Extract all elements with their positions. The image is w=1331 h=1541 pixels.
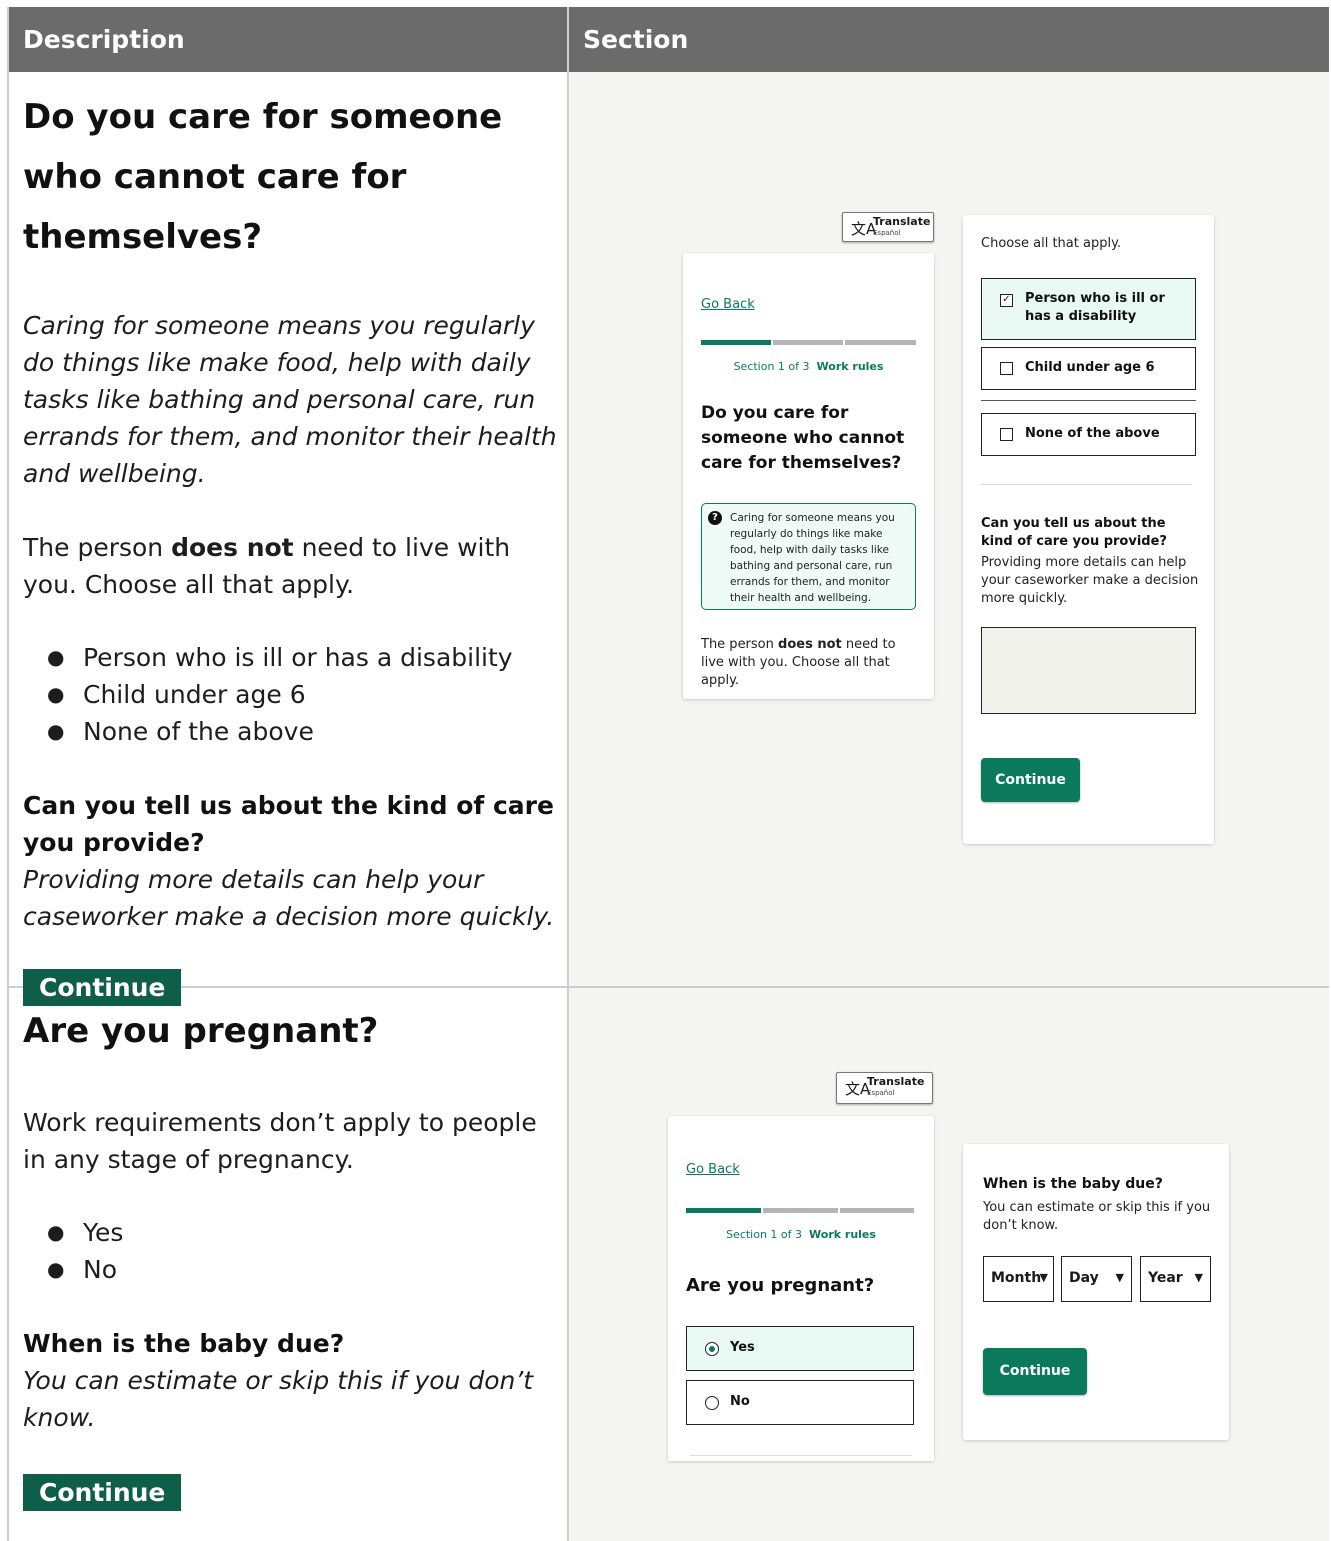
radio-selected-icon: [705, 1342, 719, 1356]
radio-option-yes[interactable]: Yes: [686, 1326, 914, 1371]
hint-box: ? Caring for someone means you regularly…: [701, 503, 916, 610]
dropdown-arrow-icon: ▼: [1194, 1271, 1203, 1284]
care-question-label: Can you tell us about the kind of care y…: [981, 516, 1167, 549]
checkbox-option-ill[interactable]: ✓ Person who is ill or has a disability: [981, 278, 1196, 340]
translate-sublabel: Español: [873, 229, 901, 237]
translate-button[interactable]: 文A Translate Español: [836, 1072, 933, 1104]
mock-screen-care-right: Choose all that apply. ✓ Person who is i…: [963, 215, 1214, 844]
section-indicator: Section 1 of 3 Work rules: [733, 360, 884, 373]
mock-screen-care-left: Go Back Section 1 of 3 Work rules Do you…: [683, 253, 934, 699]
question-circle-icon: ?: [708, 511, 722, 525]
checkbox-checked-icon: ✓: [1000, 294, 1013, 307]
option-label: Yes: [730, 1340, 755, 1355]
description-cell-2: Are you pregnant? Work requirements don’…: [23, 1001, 563, 1511]
mock-question-title: Do you care for someone who cannot care …: [701, 403, 905, 473]
radio-option-no[interactable]: No: [686, 1380, 914, 1425]
choose-all-text: Choose all that apply.: [981, 236, 1122, 251]
mock-question-title: Are you pregnant?: [686, 1275, 875, 1296]
row2-option-list: Yes No: [47, 1214, 563, 1288]
row1-instruction: The person does not need to live with yo…: [23, 533, 511, 599]
radio-icon: [705, 1396, 719, 1410]
mock-screen-pregnant-right: When is the baby due? You can estimate o…: [963, 1144, 1229, 1440]
section-indicator: Section 1 of 3 Work rules: [726, 1228, 876, 1241]
option-label: None of the above: [1025, 426, 1160, 441]
care-details-textarea[interactable]: [981, 627, 1196, 714]
translate-button[interactable]: 文A Translate Español: [842, 212, 934, 242]
row2-title: Are you pregnant?: [23, 1011, 379, 1051]
list-item: None of the above: [47, 713, 563, 750]
row2-continue-label: Continue: [23, 1474, 182, 1511]
due-date-label: When is the baby due?: [983, 1176, 1163, 1192]
go-back-link[interactable]: Go Back: [701, 297, 755, 312]
day-value: Day: [1069, 1270, 1099, 1286]
translate-label: Translate: [867, 1075, 925, 1088]
dropdown-arrow-icon: ▼: [1115, 1271, 1124, 1284]
care-question-hint: Providing more details can help your cas…: [981, 555, 1199, 606]
column-header-section: Section: [569, 7, 1329, 72]
row1-intro: Caring for someone means you regularly d…: [23, 311, 557, 488]
column-header-description: Description: [9, 7, 567, 72]
description-cell-1: Do you care for someone who cannot care …: [23, 87, 563, 1006]
divider: [690, 1455, 912, 1456]
divider: [981, 400, 1196, 401]
translate-sublabel: Español: [867, 1089, 895, 1097]
list-item: Child under age 6: [47, 676, 563, 713]
progress-bar: [701, 340, 916, 345]
progress-bar: [686, 1208, 914, 1213]
checkbox-icon: [1000, 362, 1013, 375]
row1-title: Do you care for someone who cannot care …: [23, 97, 503, 257]
row2-followup-hint: You can estimate or skip this if you don…: [23, 1366, 534, 1432]
row1-option-list: Person who is ill or has a disability Ch…: [47, 639, 563, 750]
option-label: Person who is ill or has a disability: [1025, 291, 1165, 324]
column-divider: [567, 7, 569, 1541]
dropdown-arrow-icon: ▼: [1039, 1271, 1048, 1284]
continue-button[interactable]: Continue: [981, 758, 1080, 802]
translate-label: Translate: [873, 215, 931, 228]
row2-followup-title: When is the baby due?: [23, 1329, 345, 1358]
option-label: No: [730, 1394, 750, 1409]
hint-text: Caring for someone means you regularly d…: [730, 512, 895, 604]
option-label: Child under age 6: [1025, 360, 1155, 375]
row1-followup-title: Can you tell us about the kind of care y…: [23, 791, 554, 857]
year-value: Year: [1148, 1270, 1183, 1286]
row2-intro: Work requirements don’t apply to people …: [23, 1108, 537, 1174]
continue-button[interactable]: Continue: [983, 1348, 1087, 1395]
list-item: Person who is ill or has a disability: [47, 639, 563, 676]
go-back-link[interactable]: Go Back: [686, 1162, 740, 1177]
mock-instruction: The person does not need to live with yo…: [701, 637, 896, 688]
checkbox-option-none[interactable]: None of the above: [981, 413, 1196, 456]
row1-followup-hint: Providing more details can help your cas…: [23, 865, 555, 931]
day-select[interactable]: Day ▼: [1061, 1256, 1132, 1302]
divider: [981, 484, 1192, 485]
checkbox-icon: [1000, 428, 1013, 441]
checkbox-option-child[interactable]: Child under age 6: [981, 347, 1196, 390]
mock-screen-pregnant-left: Go Back Section 1 of 3 Work rules Are yo…: [668, 1116, 934, 1461]
month-value: Month: [991, 1270, 1042, 1286]
year-select[interactable]: Year ▼: [1140, 1256, 1211, 1302]
list-item: No: [47, 1251, 563, 1288]
month-select[interactable]: Month ▼: [983, 1256, 1054, 1302]
due-date-hint: You can estimate or skip this if you don…: [983, 1200, 1211, 1233]
list-item: Yes: [47, 1214, 563, 1251]
